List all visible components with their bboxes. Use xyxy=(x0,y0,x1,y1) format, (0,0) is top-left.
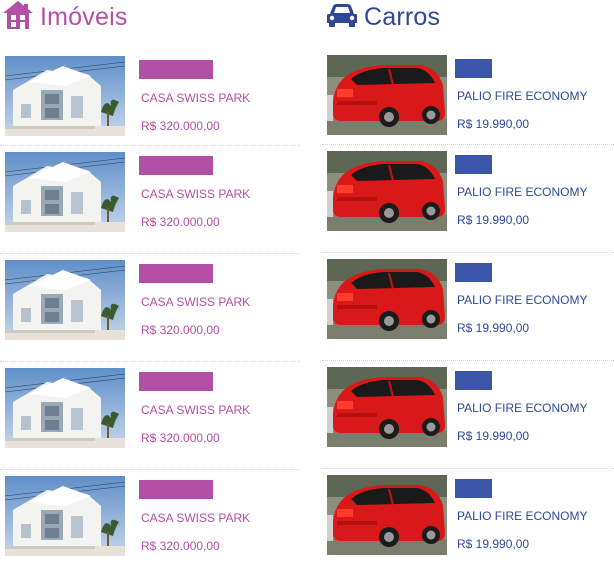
item-divider xyxy=(322,360,614,361)
category-tag xyxy=(455,263,492,282)
listing-item[interactable]: PALIO FIRE ECONOMY R$ 19.990,00 xyxy=(322,259,614,367)
imoveis-title: Imóveis xyxy=(40,3,128,31)
item-divider xyxy=(0,469,300,470)
carros-list: PALIO FIRE ECONOMY R$ 19.990,00 PALIO FIR… xyxy=(322,55,614,583)
imoveis-header[interactable]: Imóveis xyxy=(0,0,300,34)
category-tag xyxy=(139,372,213,391)
listing-price: R$ 320.000,00 xyxy=(141,323,220,337)
car-photo[interactable] xyxy=(327,55,447,135)
item-divider xyxy=(0,361,300,362)
house-photo[interactable] xyxy=(5,476,125,556)
carros-title: Carros xyxy=(364,3,441,31)
carros-header[interactable]: Carros xyxy=(322,0,614,34)
listing-price: R$ 19.990,00 xyxy=(457,213,530,227)
listing-price: R$ 19.990,00 xyxy=(457,321,530,335)
house-icon xyxy=(2,0,34,35)
listing-item[interactable]: CASA SWISS PARK R$ 320.000,00 xyxy=(0,476,300,584)
listing-title-link[interactable]: PALIO FIRE ECONOMY xyxy=(457,401,587,415)
listing-title-link[interactable]: PALIO FIRE ECONOMY xyxy=(457,185,587,199)
house-photo[interactable] xyxy=(5,56,125,136)
car-photo[interactable] xyxy=(327,151,447,231)
listing-price: R$ 320.000,00 xyxy=(141,539,220,553)
imoveis-section: Imóveis CASA SWISS PARK R$ 320.000,00 CA… xyxy=(0,0,300,556)
listing-title-link[interactable]: PALIO FIRE ECONOMY xyxy=(457,293,587,307)
category-tag xyxy=(455,155,492,174)
listing-price: R$ 320.000,00 xyxy=(141,215,220,229)
listing-item[interactable]: PALIO FIRE ECONOMY R$ 19.990,00 xyxy=(322,55,614,151)
listing-title-link[interactable]: CASA SWISS PARK xyxy=(141,511,250,525)
item-divider xyxy=(0,253,300,254)
category-tag xyxy=(455,479,492,498)
item-divider xyxy=(322,468,614,469)
category-tag xyxy=(455,59,492,78)
item-divider xyxy=(322,252,614,253)
house-photo[interactable] xyxy=(5,260,125,340)
listing-price: R$ 320.000,00 xyxy=(141,431,220,445)
listing-item[interactable]: CASA SWISS PARK R$ 320.000,00 xyxy=(0,260,300,368)
car-photo[interactable] xyxy=(327,475,447,555)
listing-title-link[interactable]: CASA SWISS PARK xyxy=(141,295,250,309)
item-divider xyxy=(0,145,300,146)
listing-price: R$ 19.990,00 xyxy=(457,117,530,131)
car-photo[interactable] xyxy=(327,259,447,339)
listing-title-link[interactable]: CASA SWISS PARK xyxy=(141,187,250,201)
listing-item[interactable]: CASA SWISS PARK R$ 320.000,00 xyxy=(0,56,300,152)
category-tag xyxy=(139,156,213,175)
house-photo[interactable] xyxy=(5,152,125,232)
category-tag xyxy=(139,480,213,499)
item-divider xyxy=(322,144,614,145)
car-icon xyxy=(326,2,358,33)
listing-item[interactable]: CASA SWISS PARK R$ 320.000,00 xyxy=(0,152,300,260)
listing-price: R$ 19.990,00 xyxy=(457,429,530,443)
listing-title-link[interactable]: PALIO FIRE ECONOMY xyxy=(457,509,587,523)
car-photo[interactable] xyxy=(327,367,447,447)
listing-price: R$ 320.000,00 xyxy=(141,119,220,133)
category-tag xyxy=(455,371,492,390)
listing-title-link[interactable]: CASA SWISS PARK xyxy=(141,403,250,417)
listing-item[interactable]: PALIO FIRE ECONOMY R$ 19.990,00 xyxy=(322,367,614,475)
listing-title-link[interactable]: CASA SWISS PARK xyxy=(141,91,250,105)
carros-section: Carros PALIO FIRE ECONOMY R$ 19.990,00 PA… xyxy=(322,0,614,555)
category-tag xyxy=(139,60,213,79)
imoveis-list: CASA SWISS PARK R$ 320.000,00 CASA SWISS … xyxy=(0,56,300,584)
listing-price: R$ 19.990,00 xyxy=(457,537,530,551)
house-photo[interactable] xyxy=(5,368,125,448)
listing-item[interactable]: PALIO FIRE ECONOMY R$ 19.990,00 xyxy=(322,151,614,259)
listing-item[interactable]: CASA SWISS PARK R$ 320.000,00 xyxy=(0,368,300,476)
listing-title-link[interactable]: PALIO FIRE ECONOMY xyxy=(457,89,587,103)
category-tag xyxy=(139,264,213,283)
